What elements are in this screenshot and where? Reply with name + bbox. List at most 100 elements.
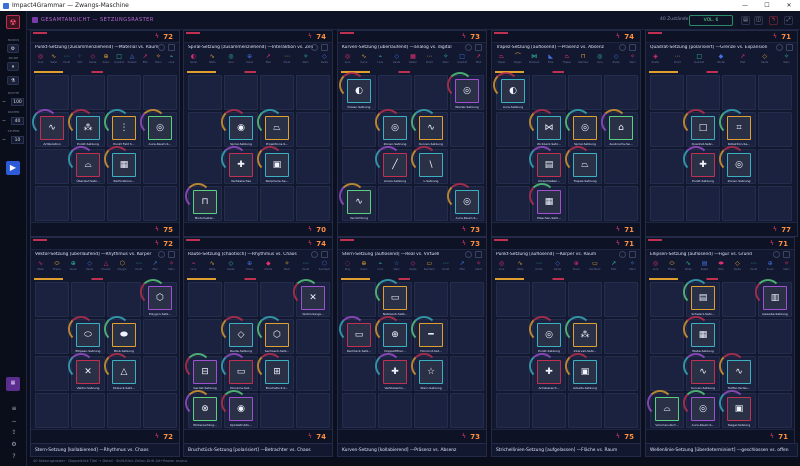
grid-cell[interactable] <box>650 319 684 354</box>
grid-cell[interactable] <box>758 112 792 147</box>
setzung-panel[interactable]: ϟ 72 Punkt-Setzung [zusammenziehend] —Mate… <box>30 30 180 237</box>
grid-cell[interactable]: ⬡ Polygon-Setz... <box>140 279 177 317</box>
palette-item[interactable]: ⏢ Trapez <box>495 54 508 71</box>
flash-icon[interactable]: ϟ <box>616 240 620 247</box>
panel-toggle-icon[interactable] <box>311 44 318 51</box>
grid-cell[interactable]: ▣ Siegel-Setzung <box>719 390 756 428</box>
grid-cell[interactable] <box>496 319 530 354</box>
grid-cell[interactable] <box>342 149 376 184</box>
grid-cell[interactable]: ⊗ Wirkenunfang... <box>185 390 222 428</box>
setzung-tile[interactable]: △ <box>112 360 136 384</box>
grid-cell[interactable]: ▤ Umschließen... <box>529 146 566 184</box>
grid-cell[interactable]: ▣ Peripherie-Se... <box>257 146 294 184</box>
density-minus-icon[interactable]: − <box>2 99 6 105</box>
panel-menu-icon[interactable] <box>783 251 790 258</box>
setzung-tile[interactable]: ━ <box>419 323 443 347</box>
palette-item[interactable]: ↗ Pfeil <box>736 54 749 71</box>
grid-cell[interactable] <box>143 186 177 221</box>
flash-icon[interactable]: ϟ <box>769 16 778 25</box>
grid-cell[interactable] <box>35 393 69 428</box>
help-icon[interactable]: ? <box>10 453 18 460</box>
setzung-tile[interactable]: ⁂ <box>76 116 100 140</box>
palette-item[interactable]: ⋯ Punkt <box>671 54 684 71</box>
volume-button[interactable]: VOL. 6 <box>689 15 733 26</box>
panel-title[interactable]: Kurven-Setzung [kollabierend] —Präsenz v… <box>342 448 456 453</box>
flash-icon[interactable]: ϟ <box>773 226 777 233</box>
palette-item[interactable]: ↗ Pfeil <box>456 261 469 278</box>
grid-cell[interactable] <box>414 393 448 428</box>
grid-cell[interactable]: ⌂ Ausbruchs-Se... <box>601 109 638 147</box>
setzung-tile[interactable]: ◉ <box>229 397 253 421</box>
grid-cell[interactable] <box>604 75 638 110</box>
setzung-tile[interactable]: ✚ <box>537 360 561 384</box>
flask-button[interactable]: ⚗ <box>7 76 19 85</box>
palette-item[interactable]: ⋯ Punkt <box>423 54 436 71</box>
setzung-tile[interactable]: ∿ <box>419 116 443 140</box>
panel-menu-icon[interactable] <box>321 44 328 51</box>
setzung-tile[interactable]: ⬬ <box>112 323 136 347</box>
palette-item[interactable]: ☆ Stern <box>390 261 403 278</box>
grid-cell[interactable] <box>568 75 602 110</box>
grid-cell[interactable]: ◎ Aura-Raum-S... <box>447 183 484 221</box>
palette-item[interactable]: ⋯ Punkt <box>299 261 312 278</box>
palette-item[interactable]: ↗ Pfeil <box>607 261 620 278</box>
grid-cell[interactable] <box>35 186 69 221</box>
grid-cell[interactable]: ✚ Vertikalachs... <box>375 353 412 391</box>
grid-cell[interactable]: ╱ Linien-Setzung <box>375 146 412 184</box>
panel-menu-icon[interactable] <box>629 251 636 258</box>
grid-cell[interactable] <box>450 282 484 317</box>
grid-cell[interactable] <box>650 356 684 391</box>
setzung-tile[interactable]: ◐ <box>347 79 371 103</box>
grid-cell[interactable]: ✚ Punkt-Setzung <box>683 146 720 184</box>
grid-cell[interactable] <box>532 393 566 428</box>
flash-icon[interactable]: ϟ <box>770 433 774 440</box>
grid-cell[interactable] <box>296 75 330 110</box>
grid-cell[interactable] <box>568 186 602 221</box>
panel-toggle-icon[interactable] <box>158 251 165 258</box>
setzung-tile[interactable]: ◎ <box>537 323 561 347</box>
panel-menu-icon[interactable] <box>168 251 175 258</box>
grid-cell[interactable]: \ L-Setzung <box>411 146 448 184</box>
grid-cell[interactable] <box>224 186 258 221</box>
grid-cell[interactable] <box>650 186 684 221</box>
flash-icon[interactable]: ϟ <box>308 226 312 233</box>
setzung-panel[interactable]: ϟ 71 Punkt-Setzung [auflösend] —Körper vs.… <box>491 237 641 444</box>
panel-menu-icon[interactable] <box>475 251 482 258</box>
panel-title[interactable]: Wellenlinie-Setzung [überdeterminiert] —… <box>650 448 788 453</box>
palette-item[interactable]: ◇ Raute <box>758 54 771 71</box>
grid-cell[interactable] <box>604 282 638 317</box>
grid-cell[interactable] <box>758 319 792 354</box>
grid-cell[interactable]: ⋈ Zickzack-Setz... <box>529 109 566 147</box>
panel-title[interactable]: Punkt-Setzung [auflösend] —Körper vs. Ra… <box>496 252 621 257</box>
palette-item[interactable]: ∿ Kurve <box>357 54 370 71</box>
setzung-panel-collapsed[interactable]: Strichellinien-Setzung [aufgelassen] —Fl… <box>491 443 641 457</box>
grid-cell[interactable] <box>450 112 484 147</box>
palette-item[interactable]: ⊕ Kreuz <box>570 261 583 278</box>
grid-cell[interactable] <box>342 282 376 317</box>
setzung-tile[interactable]: ▦ <box>537 190 561 214</box>
grid-cell[interactable]: □ Quadrat-Setz... <box>683 109 720 147</box>
panel-toggle-icon[interactable] <box>158 44 165 51</box>
grid-cell[interactable] <box>71 75 105 110</box>
grid-cell[interactable]: △ Dreieck-Setz... <box>104 353 141 391</box>
grid-cell[interactable] <box>450 356 484 391</box>
grid-cell[interactable]: ▦ Maschen-Setz... <box>529 183 566 221</box>
grid-cell[interactable]: ▥ Gewebe-Setzung <box>755 279 792 317</box>
panel-title[interactable]: Ellipsen-Setzung [auflösend] —Figur vs. … <box>650 252 775 257</box>
pause-button[interactable]: ⏸ <box>7 62 19 71</box>
grid-cell[interactable] <box>107 75 141 110</box>
setzung-tile[interactable]: ▤ <box>691 286 715 310</box>
panel-toggle-icon[interactable] <box>465 44 472 51</box>
play-button[interactable]: ▶ <box>6 161 20 175</box>
grid-cell[interactable] <box>296 356 330 391</box>
palette-item[interactable]: ⊕ Kreuz <box>67 261 80 278</box>
grid-cell[interactable] <box>342 356 376 391</box>
flash-icon[interactable]: ϟ <box>770 240 774 247</box>
panel-title[interactable]: Kurven-Setzung [überlaufend] —analog vs.… <box>342 45 467 50</box>
setzung-tile[interactable]: ◎ <box>455 190 479 214</box>
setzung-tile[interactable]: ⋈ <box>537 116 561 140</box>
minus-icon[interactable]: − <box>10 418 18 425</box>
setzung-tile[interactable]: ◎ <box>573 116 597 140</box>
grid-cell[interactable]: ⊞ Bruchstück-S... <box>257 353 294 391</box>
palette-item[interactable]: ✧ Stern <box>780 54 793 71</box>
